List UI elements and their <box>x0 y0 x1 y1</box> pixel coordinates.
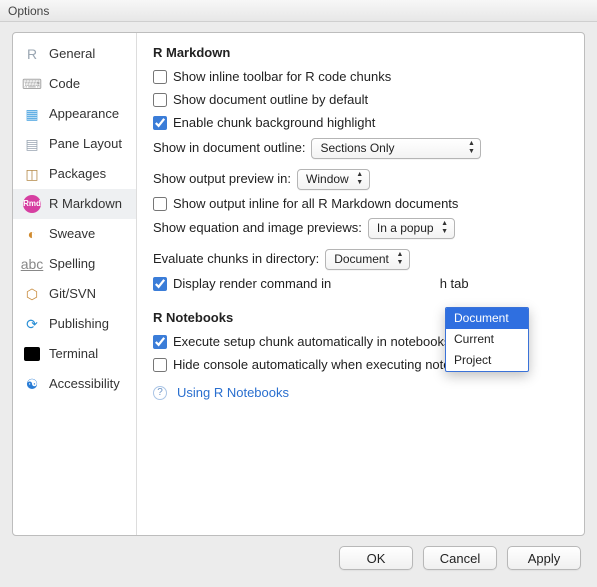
cancel-button[interactable]: Cancel <box>423 546 497 570</box>
hide-console-checkbox[interactable] <box>153 358 167 372</box>
paint-icon: ▦ <box>23 105 41 123</box>
spelling-icon: abc <box>23 255 41 273</box>
sidebar-item-label: Sweave <box>49 226 95 242</box>
sidebar-item-publishing[interactable]: ⟳ Publishing <box>13 309 136 339</box>
sidebar-item-label: Pane Layout <box>49 136 122 152</box>
select-value: Document <box>334 251 389 268</box>
output-inline-checkbox[interactable] <box>153 197 167 211</box>
sidebar-item-packages[interactable]: ◫ Packages <box>13 159 136 189</box>
sidebar-item-label: Terminal <box>49 346 98 362</box>
layout-icon: ▤ <box>23 135 41 153</box>
doc-outline-default-label: Show document outline by default <box>173 91 368 109</box>
eq-img-preview-label: Show equation and image previews: <box>153 219 362 237</box>
select-value: In a popup <box>377 220 434 237</box>
show-in-outline-select[interactable]: Sections Only <box>311 138 481 159</box>
eval-dir-label: Evaluate chunks in directory: <box>153 250 319 268</box>
sidebar-item-label: Spelling <box>49 256 95 272</box>
output-preview-select[interactable]: Window <box>297 169 370 190</box>
ok-button[interactable]: OK <box>339 546 413 570</box>
using-notebooks-link[interactable]: Using R Notebooks <box>177 384 289 402</box>
window-title: Options <box>8 4 49 18</box>
sidebar-item-accessibility[interactable]: ☯ Accessibility <box>13 369 136 399</box>
sidebar-item-spelling[interactable]: abc Spelling <box>13 249 136 279</box>
sidebar-item-code[interactable]: ⌨ Code <box>13 69 136 99</box>
sidebar-item-sweave[interactable]: ◐ Sweave <box>13 219 136 249</box>
eval-dir-dropdown-popup: Document Current Project <box>445 307 529 372</box>
sidebar-item-label: Git/SVN <box>49 286 96 302</box>
show-in-outline-label: Show in document outline: <box>153 139 305 157</box>
options-sidebar: R General ⌨ Code ▦ Appearance ▤ Pane Lay… <box>13 33 137 535</box>
terminal-icon <box>23 345 41 363</box>
sidebar-item-r-markdown[interactable]: Rmd R Markdown <box>13 189 136 219</box>
display-render-checkbox[interactable] <box>153 277 167 291</box>
rmarkdown-icon: Rmd <box>23 195 41 213</box>
sidebar-item-label: Publishing <box>49 316 109 332</box>
select-value: Window <box>306 171 349 188</box>
exec-setup-checkbox[interactable] <box>153 335 167 349</box>
apply-button[interactable]: Apply <box>507 546 581 570</box>
output-inline-label: Show output inline for all R Markdown do… <box>173 195 458 213</box>
section-title-rmarkdown: R Markdown <box>153 45 568 60</box>
sidebar-item-git-svn[interactable]: ⬡ Git/SVN <box>13 279 136 309</box>
doc-outline-default-checkbox[interactable] <box>153 93 167 107</box>
display-render-label: Display render command in ______________… <box>173 275 469 293</box>
dropdown-option-document[interactable]: Document <box>446 308 528 329</box>
sidebar-item-general[interactable]: R General <box>13 39 136 69</box>
chevron-updown-icon <box>355 171 365 187</box>
publish-icon: ⟳ <box>23 315 41 333</box>
package-icon: ◫ <box>23 165 41 183</box>
chevron-updown-icon <box>395 251 405 267</box>
chunk-bg-label: Enable chunk background highlight <box>173 114 375 132</box>
select-value: Sections Only <box>320 140 394 157</box>
dropdown-option-current[interactable]: Current <box>446 329 528 350</box>
eq-img-preview-select[interactable]: In a popup <box>368 218 455 239</box>
window-body: R General ⌨ Code ▦ Appearance ▤ Pane Lay… <box>0 22 597 578</box>
chevron-updown-icon <box>440 220 450 236</box>
inline-toolbar-checkbox[interactable] <box>153 70 167 84</box>
eval-dir-select[interactable]: Document <box>325 249 410 270</box>
r-logo-icon: R <box>23 45 41 63</box>
inline-toolbar-label: Show inline toolbar for R code chunks <box>173 68 391 86</box>
sidebar-item-label: Accessibility <box>49 376 120 392</box>
chevron-updown-icon <box>466 140 476 156</box>
sidebar-item-terminal[interactable]: Terminal <box>13 339 136 369</box>
exec-setup-label: Execute setup chunk automatically in not… <box>173 333 451 351</box>
content-pane: R Markdown Show inline toolbar for R cod… <box>137 33 584 535</box>
sidebar-item-label: Packages <box>49 166 106 182</box>
main-frame: R General ⌨ Code ▦ Appearance ▤ Pane Lay… <box>12 32 585 536</box>
sidebar-item-label: General <box>49 46 95 62</box>
output-preview-label: Show output preview in: <box>153 170 291 188</box>
window-titlebar: Options <box>0 0 597 22</box>
code-icon: ⌨ <box>23 75 41 93</box>
chunk-bg-checkbox[interactable] <box>153 116 167 130</box>
dialog-button-bar: OK Cancel Apply <box>12 536 585 570</box>
sidebar-item-pane-layout[interactable]: ▤ Pane Layout <box>13 129 136 159</box>
sidebar-item-label: Code <box>49 76 80 92</box>
dropdown-option-project[interactable]: Project <box>446 350 528 371</box>
sidebar-item-appearance[interactable]: ▦ Appearance <box>13 99 136 129</box>
sidebar-item-label: Appearance <box>49 106 119 122</box>
accessibility-icon: ☯ <box>23 375 41 393</box>
git-icon: ⬡ <box>23 285 41 303</box>
sidebar-item-label: R Markdown <box>49 196 122 212</box>
help-icon: ? <box>153 386 167 400</box>
sweave-icon: ◐ <box>23 225 41 243</box>
